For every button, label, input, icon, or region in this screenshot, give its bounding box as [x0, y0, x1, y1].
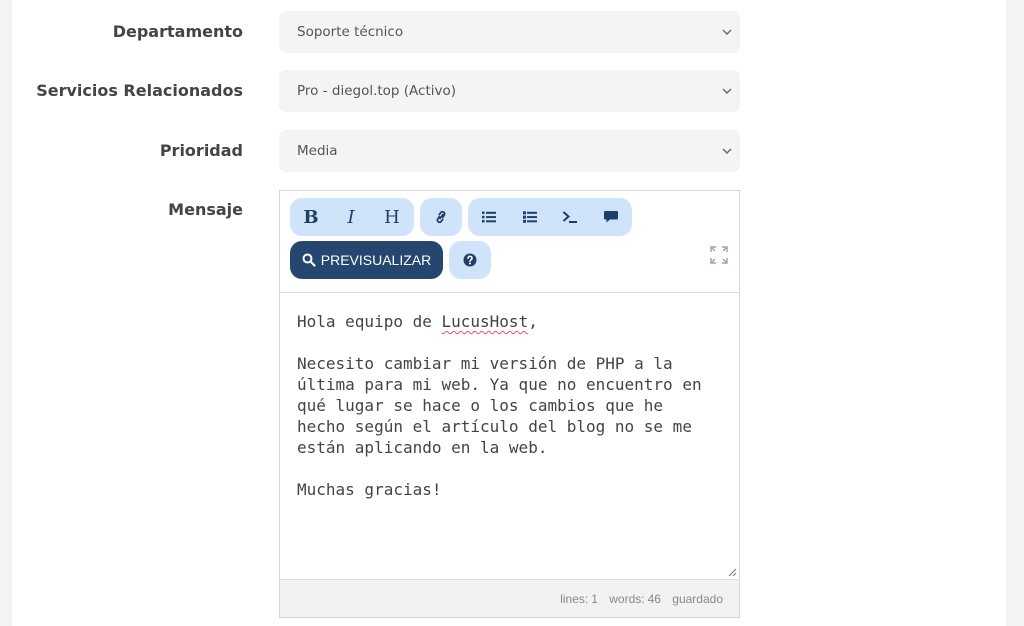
link-group — [420, 198, 462, 236]
link-icon — [436, 210, 446, 224]
greeting-suffix: , — [528, 312, 538, 331]
format-group: B I H — [290, 198, 414, 236]
list-ol-icon — [523, 211, 537, 223]
comment-icon — [604, 211, 618, 223]
editor-statusbar: lines: 1 words: 46 guardado — [280, 579, 739, 617]
block-group — [468, 198, 632, 236]
heading-icon: H — [384, 206, 400, 228]
unordered-list-button[interactable] — [470, 198, 508, 236]
message-label: Mensaje — [168, 200, 243, 219]
message-body: Necesito cambiar mi versión de PHP a la … — [297, 354, 702, 499]
terminal-icon — [562, 211, 577, 223]
services-select[interactable]: Pro - diegol.top (Activo) — [279, 70, 740, 112]
bold-icon: B — [303, 206, 319, 228]
autosave-status: guardado — [672, 592, 723, 606]
bold-button[interactable]: B — [292, 198, 330, 236]
chevron-down-icon — [722, 148, 732, 154]
heading-button[interactable]: H — [373, 198, 411, 236]
department-select[interactable]: Soporte técnico — [279, 11, 740, 53]
link-button[interactable] — [422, 198, 460, 236]
list-ul-icon — [482, 211, 496, 223]
words-count: words: 46 — [609, 592, 661, 606]
ticket-form-card: Departamento Soporte técnico Servicios R… — [12, 0, 1006, 626]
resize-handle-icon[interactable] — [727, 567, 737, 577]
preview-label: PREVISUALIZAR — [320, 252, 432, 268]
chevron-down-icon — [722, 88, 732, 94]
preview-button[interactable]: PREVISUALIZAR — [290, 241, 443, 279]
chevron-down-icon — [722, 29, 732, 35]
italic-button[interactable]: I — [332, 198, 370, 236]
expand-icon[interactable] — [709, 245, 729, 265]
question-circle-icon — [463, 253, 477, 267]
priority-label: Prioridad — [159, 141, 243, 160]
lines-count: lines: 1 — [560, 592, 598, 606]
help-button[interactable] — [449, 241, 491, 279]
greeting-prefix: Hola equipo de — [297, 312, 442, 331]
code-button[interactable] — [551, 198, 589, 236]
search-icon — [302, 253, 316, 267]
editor-toolbar: B I H PREVISUALIZAR — [280, 191, 739, 293]
department-label: Departamento — [112, 22, 243, 41]
quote-button[interactable] — [592, 198, 630, 236]
priority-value: Media — [297, 143, 338, 159]
services-value: Pro - diegol.top (Activo) — [297, 83, 457, 99]
services-label: Servicios Relacionados — [36, 81, 243, 100]
message-textarea[interactable]: Hola equipo de LucusHost, Necesito cambi… — [280, 293, 739, 579]
priority-select[interactable]: Media — [279, 130, 740, 172]
misspelled-word: LucusHost — [441, 312, 529, 331]
italic-icon: I — [347, 206, 355, 228]
ordered-list-button[interactable] — [511, 198, 549, 236]
markdown-editor: B I H PREVISUALIZAR Hola equipo de Lucus… — [279, 190, 740, 618]
department-value: Soporte técnico — [297, 24, 404, 40]
